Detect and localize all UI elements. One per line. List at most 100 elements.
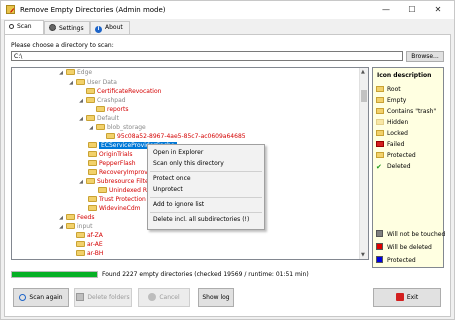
folder-icon — [76, 232, 85, 238]
directory-input[interactable] — [11, 51, 403, 61]
gray-swatch — [376, 230, 383, 237]
title-bar[interactable]: Remove Empty Directories (Admin mode) — … — [1, 1, 454, 19]
protected-folder-icon — [376, 152, 384, 158]
hidden-folder-icon — [376, 119, 384, 125]
tab-label: Scan — [17, 23, 32, 30]
delete-icon — [76, 293, 85, 301]
failed-icon — [376, 141, 384, 147]
legend-color-item: Protected — [376, 256, 416, 265]
browse-button[interactable]: Browse... — [406, 51, 444, 62]
icon-legend: Icon description Root Empty Contains "tr… — [372, 67, 445, 268]
legend-item: Empty — [376, 96, 406, 105]
menu-item-ignore-list[interactable]: Add to ignore list — [152, 200, 204, 210]
folder-icon — [76, 250, 85, 256]
menu-item-open-explorer[interactable]: Open in Explorer — [152, 148, 203, 158]
folder-icon — [86, 88, 95, 94]
tree-node[interactable]: ar-BH — [76, 249, 103, 258]
collapse-icon: ◢ — [79, 179, 83, 185]
scan-again-button[interactable]: Scan again — [13, 288, 69, 307]
tree-node[interactable]: PepperFlash — [88, 159, 136, 168]
menu-item-scan-only[interactable]: Scan only this directory — [152, 159, 224, 169]
tab-label: Settings — [59, 25, 84, 32]
folder-icon — [96, 106, 105, 112]
app-window: Remove Empty Directories (Admin mode) — … — [0, 0, 455, 320]
scroll-thumb[interactable] — [361, 90, 367, 102]
tree-node[interactable]: ◢ User Data — [68, 78, 117, 87]
folder-icon — [98, 187, 107, 193]
red-swatch — [376, 243, 383, 250]
cancel-button[interactable]: Cancel — [138, 288, 190, 307]
close-button[interactable]: ✕ — [425, 1, 451, 19]
tree-node[interactable]: WidevineCdm — [88, 204, 141, 213]
menu-item-unprotect[interactable]: Unprotect — [152, 185, 183, 195]
legend-item: ✔ Deleted — [376, 163, 411, 171]
tree-node[interactable]: af-ZA — [76, 231, 103, 240]
blue-swatch — [376, 256, 383, 263]
window-title: Remove Empty Directories (Admin mode) — [20, 6, 166, 14]
legend-color-item: Will not be touched — [376, 230, 445, 239]
root-folder-icon — [376, 86, 384, 92]
deleted-check-icon: ✔ — [376, 163, 382, 171]
collapse-icon: ◢ — [79, 98, 83, 104]
scroll-down-icon[interactable]: ▼ — [361, 252, 365, 258]
collapse-icon: ◢ — [89, 125, 93, 131]
folder-icon — [66, 223, 75, 229]
progress-fill — [12, 272, 97, 277]
trash-folder-icon — [376, 108, 384, 114]
legend-item: Protected — [376, 151, 416, 160]
folder-icon — [66, 214, 75, 220]
maximize-button[interactable]: ☐ — [399, 1, 425, 19]
context-menu: Open in Explorer Scan only this director… — [147, 144, 265, 230]
tree-node[interactable]: ◢ input — [58, 222, 92, 231]
menu-item-delete-all[interactable]: Delete incl. all subdirectories (!) — [152, 215, 249, 225]
folder-icon — [88, 160, 97, 166]
scroll-up-icon[interactable]: ▲ — [361, 69, 365, 75]
collapse-icon: ◢ — [59, 70, 63, 76]
tab-settings[interactable]: Settings — [44, 21, 90, 34]
progress-bar — [11, 271, 98, 278]
folder-icon — [88, 205, 97, 211]
legend-color-item: Will be deleted — [376, 243, 432, 252]
menu-item-protect-once[interactable]: Protect once — [152, 174, 191, 184]
tab-about[interactable]: i About — [90, 21, 130, 34]
tree-node[interactable]: ar-AE — [76, 240, 103, 249]
tab-scan[interactable]: Scan — [4, 20, 44, 34]
search-icon — [9, 24, 14, 29]
folder-icon — [66, 69, 75, 75]
collapse-icon: ◢ — [59, 224, 63, 230]
folder-icon — [88, 196, 97, 202]
locked-folder-icon — [376, 130, 384, 136]
tree-node[interactable]: ◢ Edge — [58, 68, 92, 77]
collapse-icon: ◢ — [79, 116, 83, 122]
tree-node[interactable]: ◢ Default — [78, 114, 119, 123]
folder-icon — [88, 142, 97, 148]
tree-scrollbar[interactable]: ▲ ▼ — [359, 68, 368, 259]
search-icon — [19, 294, 27, 301]
folder-icon — [86, 97, 95, 103]
tree-node[interactable]: 95c08a52-8967-4ae5-85c7-ac0609a64685 — [106, 132, 246, 141]
tree-node[interactable]: reports — [96, 105, 128, 114]
folder-icon — [86, 115, 95, 121]
tree-node[interactable]: ◢ Subresource Filter — [78, 177, 151, 186]
legend-item: Locked — [376, 129, 408, 138]
tree-node[interactable]: ◢ Feeds — [58, 213, 94, 222]
info-icon: i — [95, 26, 102, 33]
minimize-button[interactable]: — — [373, 1, 399, 19]
collapse-icon: ◢ — [59, 215, 63, 221]
show-log-button[interactable]: Show log — [198, 288, 234, 307]
exit-button[interactable]: Exit — [373, 288, 441, 307]
tree-node[interactable]: RecoveryImproved — [88, 168, 155, 177]
tab-bar: Scan Settings i About — [1, 20, 454, 34]
folder-icon — [86, 178, 95, 184]
tree-node[interactable]: OriginTrials — [88, 150, 133, 159]
tree-node[interactable]: CertificateRevocation — [86, 87, 161, 96]
app-folder-icon — [6, 5, 15, 14]
exit-icon — [395, 293, 404, 301]
legend-item: Hidden — [376, 118, 408, 127]
cancel-icon — [148, 293, 157, 301]
menu-separator — [150, 197, 262, 198]
tree-node[interactable]: ◢ blob_storage — [88, 123, 146, 132]
directory-label: Please choose a directory to scan: — [11, 42, 114, 49]
tree-node[interactable]: ◢ Crashpad — [78, 96, 126, 105]
delete-folders-button[interactable]: Delete folders — [74, 288, 132, 307]
